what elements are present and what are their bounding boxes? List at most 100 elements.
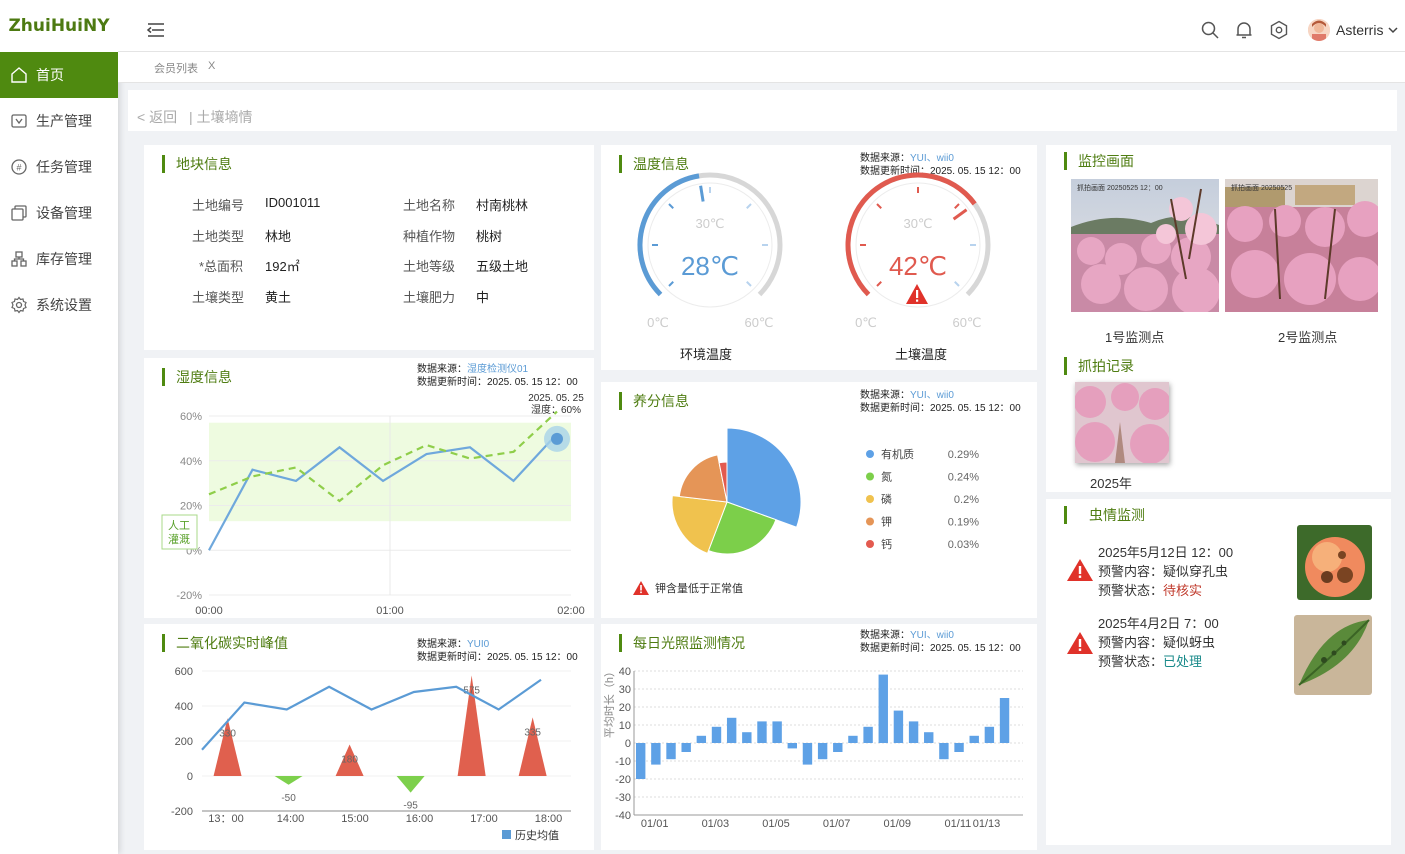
peak-label: -50 bbox=[281, 793, 296, 804]
card-title: 监控画面 bbox=[1064, 152, 1134, 170]
tooltip-date: 2025. 05. 25 bbox=[528, 393, 584, 404]
sidebar-item-label: 生产管理 bbox=[36, 113, 92, 129]
light-bar bbox=[757, 721, 767, 743]
field-label: 土地编号 bbox=[192, 198, 245, 213]
snapshot-year: 2025年 bbox=[1090, 476, 1132, 491]
user-menu[interactable]: Asterris bbox=[1308, 19, 1399, 41]
gauge-needle bbox=[699, 185, 705, 202]
pest-photo[interactable] bbox=[1297, 525, 1372, 600]
legend-label: 磷 bbox=[881, 493, 892, 506]
field-value: ID001011 bbox=[265, 195, 321, 210]
y-tick-label: 600 bbox=[175, 666, 193, 678]
y-tick-label: -30 bbox=[615, 792, 631, 804]
light-bar bbox=[696, 735, 707, 743]
sidebar: ZhuiHuiNY 首页 生产管理 # 任务管理 设备管理 库存管理 系统设置 bbox=[0, 0, 118, 854]
hexagon-settings-icon[interactable] bbox=[1269, 20, 1289, 40]
x-tick-label: 01/07 bbox=[823, 818, 851, 830]
camera-name: 1号监测点 bbox=[1105, 330, 1165, 345]
light-bar bbox=[863, 726, 873, 743]
legend-value: 0.2% bbox=[954, 494, 979, 506]
inventory-icon bbox=[10, 250, 28, 268]
nutrient-warning: 钾含量低于正常值 bbox=[633, 580, 743, 596]
sidebar-item-settings[interactable]: 系统设置 bbox=[0, 282, 118, 328]
warning-icon bbox=[1067, 632, 1093, 657]
gauge-inner-ring bbox=[647, 182, 773, 308]
field-value: 五级土地 bbox=[476, 259, 529, 274]
field-value: 黄土 bbox=[265, 290, 292, 305]
menu-toggle-icon[interactable] bbox=[146, 22, 166, 38]
pest-alert-time: 2025年4月2日 7：00 bbox=[1098, 616, 1219, 631]
light-bar bbox=[711, 726, 722, 743]
legend-dot bbox=[866, 450, 874, 458]
field-value: 林地 bbox=[265, 229, 292, 244]
irrigation-label: 人工 bbox=[168, 519, 190, 532]
gauge-ambient: 28℃ 30℃ 0℃ 60℃ 环境温度 bbox=[637, 172, 783, 362]
gauge-name: 土壤温度 bbox=[895, 347, 947, 362]
light-bar bbox=[636, 743, 646, 779]
gauge-value: 28℃ bbox=[681, 251, 739, 281]
gauge-tick bbox=[746, 281, 752, 287]
production-icon bbox=[10, 112, 28, 130]
x-tick-label: 17:00 bbox=[470, 813, 498, 825]
co2-history-line bbox=[201, 678, 542, 751]
gauge-max-label: 60℃ bbox=[952, 315, 981, 330]
x-tick-label: 01/03 bbox=[702, 818, 730, 830]
y-tick-label: 200 bbox=[175, 736, 193, 748]
nutrient-card: 养分信息 数据来源：YUI、wii0 数据更新时间：2025. 05. 15 1… bbox=[601, 382, 1037, 618]
gauge-tick bbox=[954, 281, 960, 287]
x-tick-label: 01/05 bbox=[762, 818, 790, 830]
sidebar-item-device[interactable]: 设备管理 bbox=[0, 190, 118, 236]
sidebar-item-task[interactable]: # 任务管理 bbox=[0, 144, 118, 190]
tab-member-list[interactable]: 会员列表 bbox=[154, 60, 198, 76]
light-bar bbox=[939, 743, 949, 760]
legend-dot bbox=[866, 472, 874, 481]
legend-dot bbox=[866, 495, 874, 503]
sidebar-item-label: 任务管理 bbox=[36, 159, 92, 175]
y-tick-label: 0 bbox=[625, 738, 631, 750]
peak-marker bbox=[274, 776, 303, 785]
sidebar-item-label: 库存管理 bbox=[36, 251, 92, 267]
gauge-tick bbox=[876, 281, 882, 287]
light-bar bbox=[893, 710, 904, 743]
peak-label: 330 bbox=[219, 728, 236, 739]
snapshot-thumbnail[interactable] bbox=[1075, 382, 1169, 463]
peak-marker bbox=[396, 776, 425, 793]
pest-alert-item[interactable]: 2025年5月12日 12：00 预警内容：疑似穿孔虫 预警状态：待核实 bbox=[1098, 543, 1233, 600]
pest-photo[interactable] bbox=[1294, 615, 1372, 695]
x-tick-label: 02:00 bbox=[557, 605, 585, 617]
gauge-name: 环境温度 bbox=[680, 347, 732, 362]
camera-feed-2[interactable]: 抓拍画面 20250525 bbox=[1225, 179, 1378, 312]
light-bar bbox=[848, 735, 858, 743]
field-label: *总面积 bbox=[199, 259, 244, 274]
co2-chart: 600 400 200 0 -200 13：00 14:00 15:00 16:00 17:00 1… bbox=[171, 666, 571, 842]
back-link[interactable]: < 返回 bbox=[137, 109, 177, 125]
gauge-soil: 42℃ 30℃ 0℃ 60℃ 土壤温度 bbox=[845, 172, 991, 362]
light-bar bbox=[969, 735, 979, 743]
sidebar-item-production[interactable]: 生产管理 bbox=[0, 98, 118, 144]
search-icon[interactable] bbox=[1200, 20, 1220, 40]
sidebar-item-home[interactable]: 首页 bbox=[0, 52, 118, 98]
legend-value: 0.03% bbox=[948, 539, 979, 551]
field-value: 192㎡ bbox=[265, 259, 300, 274]
irrigation-label: 灌溉 bbox=[168, 533, 190, 546]
legend-value: 0.29% bbox=[948, 449, 979, 461]
bell-icon[interactable] bbox=[1234, 20, 1254, 40]
tab-close-button[interactable]: X bbox=[208, 60, 215, 72]
gauge-tick bbox=[876, 203, 882, 209]
field-label: 土壤类型 bbox=[192, 290, 245, 305]
x-tick-label: 01/11 bbox=[945, 818, 972, 830]
breadcrumb-current: 土壤墒情 bbox=[196, 109, 253, 125]
peak-marker bbox=[518, 717, 547, 776]
light-card: 每日光照监测情况 数据来源：YUI、wii0 数据更新时间：2025. 05. … bbox=[601, 624, 1037, 850]
legend-dot bbox=[866, 517, 874, 526]
gauge-mid-label: 30℃ bbox=[903, 216, 932, 231]
warning-icon bbox=[633, 581, 649, 595]
light-bar bbox=[802, 743, 813, 765]
field-label: 土壤肥力 bbox=[403, 290, 456, 305]
light-bar bbox=[833, 743, 843, 752]
camera-feed-1[interactable]: 抓拍画面 20250525 12：00 bbox=[1071, 179, 1219, 312]
sidebar-item-inventory[interactable]: 库存管理 bbox=[0, 236, 118, 282]
tooltip-value: 湿度：60% bbox=[531, 403, 581, 416]
pest-status: 待核实 bbox=[1163, 583, 1203, 598]
pest-alert-item[interactable]: 2025年4月2日 7：00 预警内容：疑似蚜虫 预警状态：已处理 bbox=[1098, 614, 1219, 671]
